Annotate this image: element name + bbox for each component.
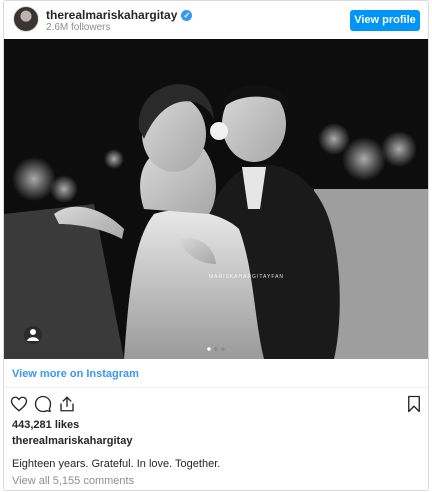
username[interactable]: therealmariskahargitay xyxy=(46,8,177,22)
bookmark-icon[interactable] xyxy=(406,395,422,413)
divider xyxy=(4,387,428,388)
post-header: therealmariskahargitay ✓ 2.6M followers … xyxy=(4,1,428,39)
comment-icon[interactable] xyxy=(34,395,52,413)
view-profile-button[interactable]: View profile xyxy=(350,10,420,31)
share-icon[interactable] xyxy=(58,395,76,413)
likes-count: 443,281 likes xyxy=(12,419,80,431)
avatar[interactable] xyxy=(13,6,39,32)
action-bar xyxy=(10,395,76,413)
post-photo[interactable]: MARISKAHARGITAYFAN xyxy=(4,39,428,359)
heart-icon[interactable] xyxy=(10,395,28,413)
caption-username[interactable]: therealmariskahargitay xyxy=(12,435,132,447)
caption-text: Eighteen years. Grateful. In love. Toget… xyxy=(12,458,221,470)
username-row: therealmariskahargitay ✓ xyxy=(46,8,193,22)
followers-count: 2.6M followers xyxy=(46,22,111,33)
verified-icon: ✓ xyxy=(181,9,193,21)
instagram-embed-card: therealmariskahargitay ✓ 2.6M followers … xyxy=(3,0,429,491)
view-comments-link[interactable]: View all 5,155 comments xyxy=(12,475,134,487)
wedding-photo xyxy=(4,39,428,359)
watermark: MARISKAHARGITAYFAN xyxy=(209,274,285,280)
view-more-link[interactable]: View more on Instagram xyxy=(12,368,139,380)
